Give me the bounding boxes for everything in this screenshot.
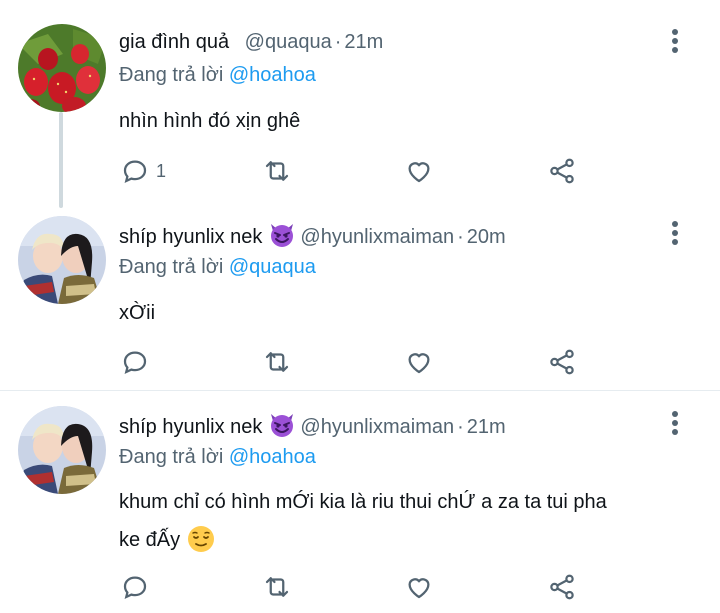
- action-bar: [0, 345, 720, 379]
- tweet-text: xỜii: [119, 294, 699, 332]
- action-bar: [0, 570, 720, 604]
- tweet-text-line: khum chỉ có hình mỚi kia là riu thui chỨ…: [119, 491, 607, 513]
- retweet-icon: [265, 161, 289, 181]
- reply-button[interactable]: [120, 345, 156, 379]
- avatar[interactable]: [18, 24, 106, 112]
- tweet-text-line: xỜii: [119, 302, 156, 324]
- like-icon: [408, 162, 430, 183]
- reply-button[interactable]: 1: [120, 154, 166, 188]
- tweet-text-line-2: ke đẤy: [119, 521, 699, 567]
- more-options-icon[interactable]: [666, 411, 684, 439]
- reply-button[interactable]: [120, 570, 156, 604]
- retweet-icon: [265, 577, 289, 597]
- reply-icon: [123, 351, 147, 375]
- reply-count: 1: [156, 160, 167, 181]
- display-name[interactable]: gia đình quả: [119, 31, 229, 53]
- share-icon: [550, 349, 574, 375]
- replying-label: Đang trả lời: [119, 446, 224, 468]
- user-handle[interactable]: @quaqua: [245, 31, 332, 53]
- tweet-text: nhìn hình đó xịn ghê: [119, 102, 699, 140]
- replying-to: Đang trả lời @hoahoa: [119, 62, 316, 88]
- replying-label: Đang trả lời: [119, 256, 224, 278]
- avatar[interactable]: [18, 216, 106, 304]
- tweet-text-line: ke đẤy: [119, 529, 181, 551]
- action-bar: 1: [0, 154, 720, 188]
- reply-icon: [123, 160, 147, 184]
- display-name[interactable]: shíp hyunlix nek: [119, 226, 262, 248]
- tweet-text-line: nhìn hình đó xịn ghê: [119, 110, 301, 132]
- smiling-devil-emoji: [268, 411, 296, 446]
- share-button[interactable]: [547, 345, 577, 379]
- user-handle[interactable]: @hyunlixmaiman: [300, 226, 454, 248]
- share-icon: [550, 574, 574, 600]
- replying-to: Đang trả lời @quaqua: [119, 254, 316, 280]
- replying-to: Đang trả lời @hoahoa: [119, 444, 316, 470]
- user-handle[interactable]: @hyunlixmaiman: [300, 416, 454, 438]
- tweet-header: gia đình quả @quaqua · 21m: [119, 29, 383, 55]
- like-button[interactable]: [404, 570, 434, 604]
- like-icon: [408, 353, 430, 374]
- mention-link[interactable]: @hoahoa: [229, 446, 316, 468]
- share-icon: [550, 158, 574, 184]
- tweet-header: shíp hyunlix nek @hyunlixmaiman · 21m: [119, 411, 506, 446]
- timestamp[interactable]: 21m: [344, 31, 383, 53]
- separator-dot: ·: [457, 226, 464, 248]
- smiling-devil-emoji: [268, 221, 296, 256]
- more-options-icon[interactable]: [666, 221, 684, 249]
- avatar[interactable]: [18, 406, 106, 494]
- like-icon: [408, 578, 430, 599]
- tweet-3[interactable]: shíp hyunlix nek @hyunlixmaiman · 21m Đang …: [0, 391, 720, 613]
- like-button[interactable]: [404, 345, 434, 379]
- tweet-1[interactable]: gia đình quả @quaqua · 21m Đang trả lời @h…: [0, 0, 720, 208]
- replying-label: Đang trả lời: [119, 64, 224, 86]
- retweet-icon: [265, 352, 289, 372]
- retweet-button[interactable]: [262, 154, 292, 188]
- tweet-2[interactable]: shíp hyunlix nek @hyunlixmaiman · 20m Đang …: [0, 200, 720, 390]
- tweet-header: shíp hyunlix nek @hyunlixmaiman · 20m: [119, 221, 506, 256]
- like-button[interactable]: [404, 154, 434, 188]
- retweet-button[interactable]: [262, 570, 292, 604]
- relieved-face-emoji: [186, 524, 216, 567]
- mention-link[interactable]: @hoahoa: [229, 64, 316, 86]
- separator-dot: ·: [334, 31, 342, 53]
- share-button[interactable]: [547, 570, 577, 604]
- display-name[interactable]: shíp hyunlix nek: [119, 416, 262, 438]
- separator-dot: ·: [457, 416, 464, 438]
- timestamp[interactable]: 20m: [467, 226, 506, 248]
- tweet-text: khum chỉ có hình mỚi kia là riu thui chỨ…: [119, 483, 699, 567]
- share-button[interactable]: [547, 154, 577, 188]
- timestamp[interactable]: 21m: [467, 416, 506, 438]
- mention-link[interactable]: @quaqua: [229, 256, 316, 278]
- more-options-icon[interactable]: [666, 29, 684, 57]
- retweet-button[interactable]: [262, 345, 292, 379]
- reply-icon: [123, 576, 147, 600]
